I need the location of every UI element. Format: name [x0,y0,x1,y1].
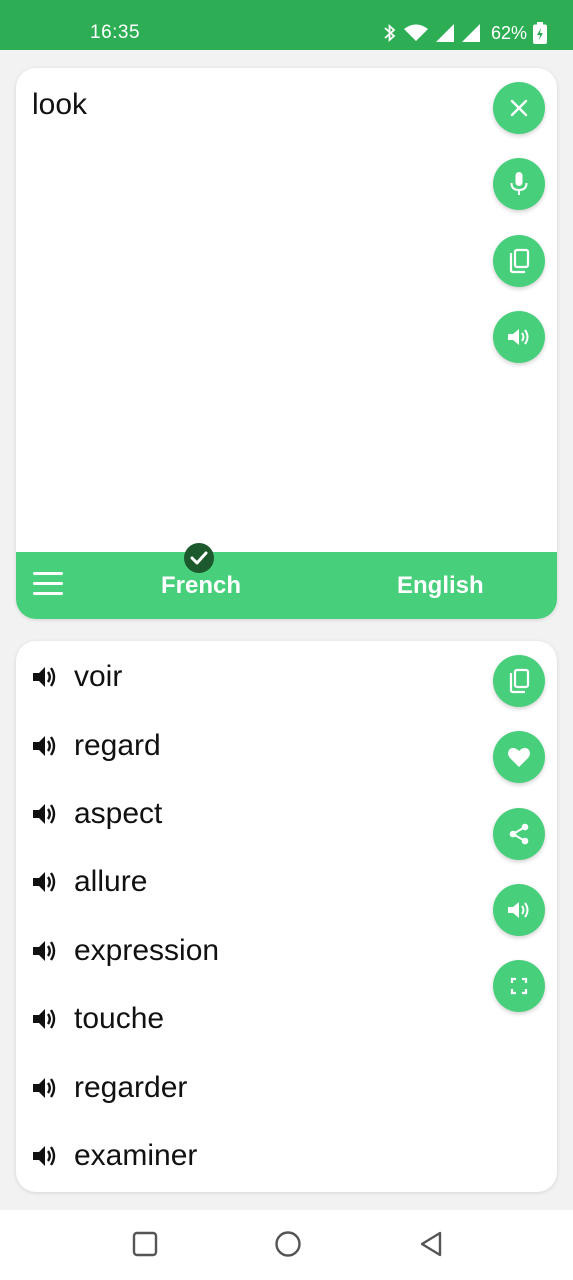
source-text-input[interactable]: look [32,88,87,122]
result-item[interactable]: expression [30,931,219,971]
speaker-icon[interactable] [30,1141,60,1171]
result-item[interactable]: voir [30,657,122,697]
copy-icon [509,248,530,274]
battery-percent: 62% [490,22,527,43]
speaker-icon[interactable] [30,867,60,897]
result-item[interactable]: aspect [30,794,162,834]
result-word: aspect [74,797,163,830]
signal-icon [435,24,454,42]
speaker-icon [508,902,529,918]
status-icons: 62% [383,22,547,44]
result-word: allure [74,865,148,898]
selected-check-icon [184,543,214,573]
speaker-icon[interactable] [30,731,60,761]
result-word: touche [74,1002,165,1035]
result-item[interactable]: regard [30,726,161,766]
share-button[interactable] [493,808,545,860]
signal-icon-2 [461,24,480,42]
fullscreen-button[interactable] [493,960,545,1012]
speaker-icon [508,329,529,345]
back-icon[interactable] [418,1230,444,1258]
favorite-button[interactable] [493,731,545,783]
speaker-icon[interactable] [30,662,60,692]
battery-icon [533,22,547,44]
clear-button[interactable] [493,82,545,134]
result-word: regarder [74,1071,188,1104]
result-word: examiner [74,1139,198,1172]
copy-input-button[interactable] [493,235,545,287]
copy-icon [509,668,530,694]
source-language-button[interactable]: French [161,572,241,600]
status-time: 16:35 [90,22,141,43]
bluetooth-icon [384,23,396,43]
heart-icon [508,747,530,767]
speaker-icon[interactable] [30,1004,60,1034]
recents-icon[interactable] [132,1230,158,1258]
copy-result-button[interactable] [493,655,545,707]
result-item[interactable]: allure [30,862,147,902]
language-bar: French English [16,552,557,619]
speaker-icon[interactable] [30,936,60,966]
fullscreen-icon [510,977,528,995]
microphone-icon [510,172,528,195]
share-icon [509,823,529,845]
translation-result-card: voir regard aspect allure expression tou… [16,641,557,1192]
speaker-icon[interactable] [30,1073,60,1103]
system-navigation-bar [0,1210,573,1280]
result-item[interactable]: touche [30,999,164,1039]
input-card: look French English [16,68,557,619]
result-word: expression [74,934,220,967]
speak-input-button[interactable] [493,311,545,363]
speak-result-button[interactable] [493,884,545,936]
home-icon[interactable] [274,1230,302,1258]
status-bar: 16:35 62% [0,0,573,50]
speaker-icon[interactable] [30,799,60,829]
close-icon [510,99,528,117]
menu-icon[interactable] [33,572,63,598]
voice-input-button[interactable] [493,158,545,210]
result-word: regard [74,729,161,762]
result-item[interactable]: examiner [30,1136,197,1176]
target-language-button[interactable]: English [397,572,484,600]
wifi-icon [403,24,428,41]
result-word: voir [74,660,123,693]
result-item[interactable]: regarder [30,1068,187,1108]
